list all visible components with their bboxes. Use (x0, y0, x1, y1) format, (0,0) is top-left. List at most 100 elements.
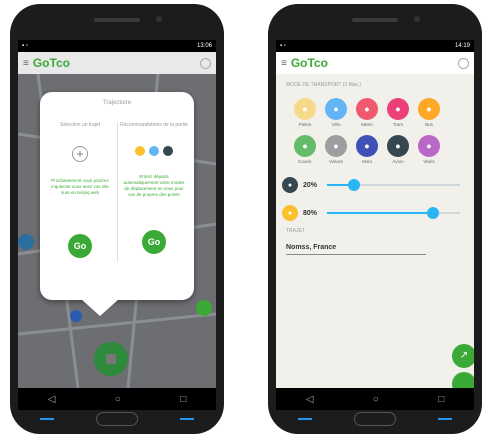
hardware-menu-key[interactable] (180, 418, 194, 420)
trip-section-label: TRAJET (286, 228, 305, 234)
mode-item[interactable]: ● Covoit. (292, 135, 318, 164)
hardware-menu-key[interactable] (438, 418, 452, 420)
mode-label: Bus (425, 122, 433, 127)
hardware-back-key[interactable] (40, 418, 54, 420)
mode-mini-icons (118, 146, 190, 158)
slider-track[interactable] (327, 207, 460, 219)
go-fab-icon[interactable]: ↗ (452, 344, 474, 368)
bike-icon (149, 146, 159, 156)
status-bar: ▪ ▫ 13:06 (18, 40, 216, 52)
dialog-title: Trajectoire (102, 100, 132, 106)
right-screen: ▪ ▫ 14:19 ≡ GoTco MODE DE TRANSPORT (3 M… (276, 40, 474, 388)
carpool-icon: ● (294, 135, 316, 157)
dialog-left-column: Sélection un trajet + Prochainement vous… (44, 122, 116, 292)
hardware-home-button[interactable] (96, 412, 138, 426)
mode-item[interactable]: ● Pieton (292, 98, 318, 127)
mode-item[interactable]: ● Avion (385, 135, 411, 164)
moto-icon: ● (356, 135, 378, 157)
nav-bar: ◁ ○ □ (276, 388, 474, 410)
slider-row-bus: ● 20% (276, 174, 474, 196)
app-logo: GoTco (290, 56, 328, 70)
status-time: 13:06 (196, 43, 212, 49)
app-bar: ≡ GoTco (18, 52, 216, 74)
mode-label: Voiture (328, 159, 343, 164)
destination-field[interactable]: Nomss, France (286, 244, 426, 255)
speaker-grille (352, 18, 398, 22)
mode-item[interactable]: ● Bus (416, 98, 442, 127)
mode-label: Avion (392, 159, 404, 164)
go-button-right[interactable]: Go (142, 230, 166, 254)
hardware-back-key[interactable] (298, 418, 312, 420)
mode-label: Moto (361, 159, 372, 164)
speaker-grille (94, 18, 140, 22)
bike-icon: ● (325, 98, 347, 120)
trip-dialog: Trajectoire Sélection un trajet + Procha… (40, 92, 194, 300)
right-phone: ▪ ▫ 14:19 ≡ GoTco MODE DE TRANSPORT (3 M… (268, 4, 482, 434)
transport-mode-grid: ● Pieton ● Vélo ● Metro ● Tram ● Bus ● Covoit.… (276, 88, 474, 164)
mode-item[interactable]: ● Metro (354, 98, 380, 127)
slider-percent: 80% (303, 209, 318, 217)
bus-icon: ● (282, 177, 298, 193)
right-column-heading: Recommandations de la partie (120, 122, 188, 128)
left-phone: ▪ ▫ 13:06 ≡ GoTco Trajectoire Sélection … (10, 4, 224, 434)
mode-item[interactable]: ● Voiture (323, 135, 349, 164)
tram-icon: ● (387, 98, 409, 120)
bus-icon: ● (418, 98, 440, 120)
vlaris-icon: ● (418, 135, 440, 157)
preferences-panel: MODE DE TRANSPORT (3 Max.) ● Pieton ● Vélo… (276, 74, 474, 388)
settings-icon[interactable] (458, 57, 469, 69)
back-icon[interactable]: ◁ (306, 394, 314, 405)
status-bar: ▪ ▫ 14:19 (276, 40, 474, 52)
app-bar: ≡ GoTco (276, 52, 474, 74)
slider-handle[interactable] (427, 207, 440, 219)
mode-label: Tram (392, 122, 404, 127)
app-logo: GoTco (32, 56, 70, 70)
add-icon[interactable]: + (72, 146, 88, 162)
car-icon: ● (325, 135, 347, 157)
slider-fill (327, 212, 434, 214)
slider-row-walk: ● 80% (276, 202, 474, 224)
recents-icon[interactable]: □ (438, 394, 444, 405)
status-left-icons: ▪ ▫ (280, 43, 286, 49)
back-icon[interactable]: ◁ (48, 394, 56, 405)
left-screen: ▪ ▫ 13:06 ≡ GoTco Trajectoire Sélection … (18, 40, 216, 388)
recents-icon[interactable]: □ (180, 394, 186, 405)
settings-icon[interactable] (200, 57, 211, 69)
right-column-text: Entrez départs automatiquement votre mod… (123, 174, 185, 197)
mode-label: Metro (361, 122, 373, 127)
mode-section-label: MODE DE TRANSPORT (3 Max.) (286, 82, 362, 88)
status-left-icons: ▪ ▫ (22, 43, 28, 49)
plane-icon: ● (387, 135, 409, 157)
camera-dot (414, 16, 420, 22)
dialog-right-column: Recommandations de la partie Entrez dépa… (118, 122, 190, 292)
menu-icon[interactable]: ≡ (281, 58, 287, 69)
menu-icon[interactable]: ≡ (23, 58, 29, 69)
hardware-home-button[interactable] (354, 412, 396, 426)
mode-item[interactable]: ● Vlaris (416, 135, 442, 164)
mode-item[interactable]: ● Tram (385, 98, 411, 127)
walk-icon: ● (294, 98, 316, 120)
home-icon[interactable]: ○ (115, 394, 121, 405)
status-time: 14:19 (454, 43, 470, 49)
metro-icon: ● (356, 98, 378, 120)
camera-dot (156, 16, 162, 22)
go-button-left[interactable]: Go (68, 234, 92, 258)
mode-item[interactable]: ● Moto (354, 135, 380, 164)
mode-label: Pieton (298, 122, 312, 127)
left-column-heading: Sélection un trajet (59, 122, 101, 128)
mode-item[interactable]: ● Vélo (323, 98, 349, 127)
bus-icon (163, 146, 173, 156)
slider-percent: 20% (303, 181, 318, 189)
left-column-text: Prochainement vous pourrez inquiecter vo… (51, 178, 109, 195)
mode-label: Vlaris (423, 159, 435, 164)
slider-handle[interactable] (347, 179, 360, 191)
home-icon[interactable]: ○ (373, 394, 379, 405)
dialog-pointer (80, 298, 120, 316)
walk-icon (135, 146, 145, 156)
main-action-button[interactable] (94, 342, 128, 376)
mode-label: Vélo (331, 122, 341, 127)
secondary-fab[interactable] (452, 372, 474, 388)
slider-track[interactable] (327, 179, 460, 191)
nav-bar: ◁ ○ □ (18, 388, 216, 410)
mode-label: Covoit. (297, 159, 312, 164)
